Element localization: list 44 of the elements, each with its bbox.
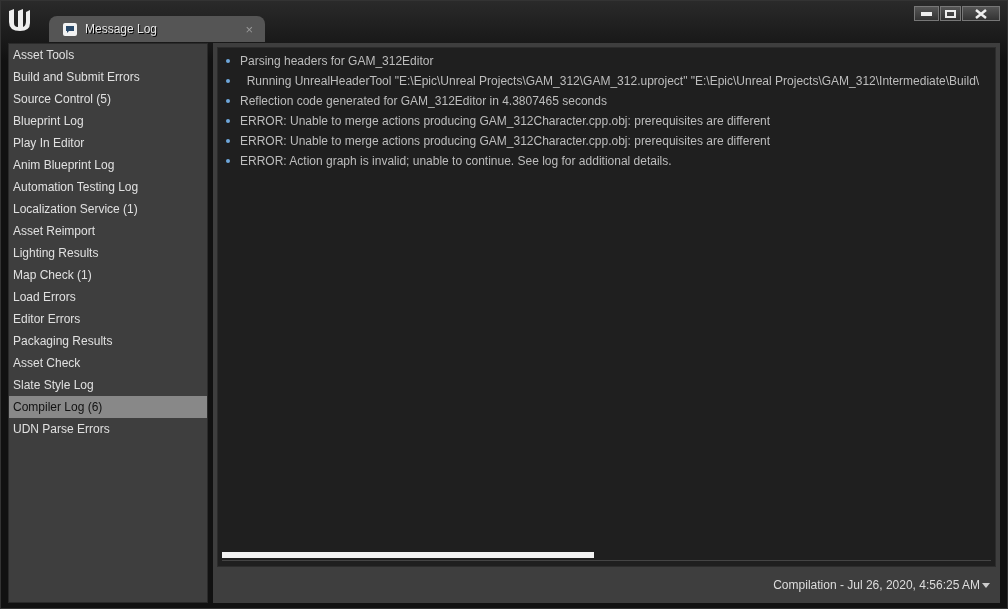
bullet-icon — [226, 139, 230, 143]
sidebar-item[interactable]: Build and Submit Errors — [9, 66, 207, 88]
maximize-button[interactable] — [940, 6, 961, 21]
sidebar-item[interactable]: Source Control (5) — [9, 88, 207, 110]
sidebar-item[interactable]: Play In Editor — [9, 132, 207, 154]
sidebar-item[interactable]: Automation Testing Log — [9, 176, 207, 198]
bullet-icon — [226, 99, 230, 103]
horizontal-scrollbar[interactable] — [222, 552, 991, 561]
message-log-tab[interactable]: Message Log × — [49, 16, 265, 42]
log-message: ERROR: Unable to merge actions producing GAM_312Character.cpp.obj: prerequisites are different — [240, 114, 771, 128]
log-message: Running UnrealHeaderTool "E:\Epic\Unreal Projects\GAM_312\GAM_312.uproject" "E:\Epic\Unreal Projects\GAM_312\Intermediate\Build\ — [245, 74, 980, 88]
tab-title: Message Log — [85, 22, 159, 36]
bullet-icon — [226, 79, 230, 83]
logo-icon — [6, 7, 32, 33]
chat-bubble-icon — [63, 22, 77, 36]
bullet-icon — [226, 159, 230, 163]
bullet-icon — [226, 59, 230, 63]
sidebar-item[interactable]: Load Errors — [9, 286, 207, 308]
sidebar-item[interactable]: Lighting Results — [9, 242, 207, 264]
log-message: ERROR: Unable to merge actions producing GAM_312Character.cpp.obj: prerequisites are different — [240, 134, 771, 148]
sidebar-item[interactable]: Map Check (1) — [9, 264, 207, 286]
sidebar-item[interactable]: Asset Check — [9, 352, 207, 374]
sidebar-item[interactable]: Compiler Log (6) — [9, 396, 207, 418]
sidebar-item[interactable]: Slate Style Log — [9, 374, 207, 396]
log-message: ERROR: Action graph is invalid; unable to continue. See log for additional details. — [240, 154, 672, 168]
sidebar-item[interactable]: Editor Errors — [9, 308, 207, 330]
sidebar-item[interactable]: Asset Tools — [9, 44, 207, 66]
sidebar-item[interactable]: Packaging Results — [9, 330, 207, 352]
maximize-icon — [945, 9, 956, 18]
minimize-button[interactable] — [914, 6, 939, 21]
sidebar-item[interactable]: Anim Blueprint Log — [9, 154, 207, 176]
close-button[interactable] — [962, 6, 1000, 21]
caret-icon — [982, 582, 990, 588]
log-message: Parsing headers for GAM_312Editor — [240, 54, 434, 68]
sidebar-item[interactable]: Localization Service (1) — [9, 198, 207, 220]
sidebar-item[interactable]: Blueprint Log — [9, 110, 207, 132]
close-icon — [975, 8, 987, 19]
sidebar-item[interactable]: UDN Parse Errors — [9, 418, 207, 440]
log-message: Reflection code generated for GAM_312Editor in 4.3807465 seconds — [240, 94, 607, 108]
bullet-icon — [226, 119, 230, 123]
sidebar-item[interactable]: Asset Reimport — [9, 220, 207, 242]
minimize-icon — [921, 11, 932, 16]
page-selector[interactable]: Compilation - Jul 26, 2020, 4:56:25 AM — [773, 578, 990, 592]
scrollbar-thumb[interactable] — [222, 552, 594, 558]
